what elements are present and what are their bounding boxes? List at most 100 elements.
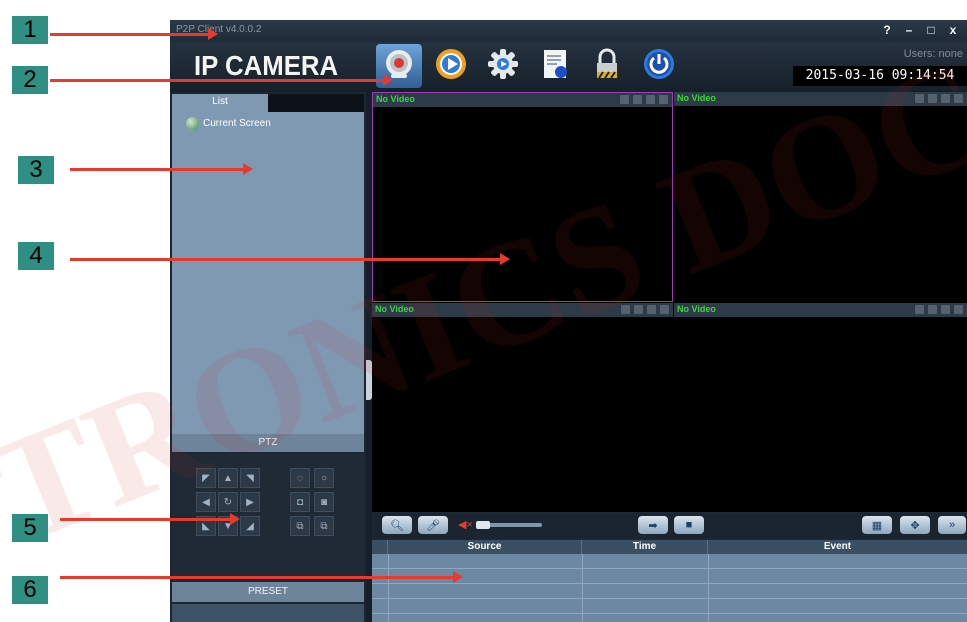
- video-panel-2[interactable]: No Video: [674, 92, 967, 302]
- video-panel-tools: [903, 305, 963, 315]
- ptz-right-button[interactable]: ▶: [240, 492, 260, 512]
- lock-button[interactable]: [584, 44, 630, 88]
- audio-icon[interactable]: [928, 305, 937, 314]
- arrow-down-right-icon: ◢: [246, 520, 254, 532]
- talk-icon[interactable]: [915, 94, 924, 103]
- preset-panel: [172, 604, 364, 622]
- fullscreen-button[interactable]: ✥: [900, 516, 930, 534]
- log-col-time[interactable]: Time: [582, 540, 708, 554]
- zoom-out-button[interactable]: ⧉: [290, 516, 310, 536]
- close-stream-icon[interactable]: [954, 305, 963, 314]
- table-row[interactable]: [372, 584, 967, 599]
- video-panel-bar: No Video: [373, 93, 672, 107]
- video-grid: No Video No Video No Video No Video: [372, 92, 967, 512]
- video-panel-4[interactable]: No Video: [674, 303, 967, 512]
- log-button[interactable]: [532, 44, 578, 88]
- volume-slider-knob[interactable]: [476, 521, 490, 529]
- record-icon[interactable]: [647, 305, 656, 314]
- audio-icon[interactable]: [634, 305, 643, 314]
- snapshot-button[interactable]: ■: [674, 516, 704, 534]
- focus-far-button[interactable]: ◙: [314, 492, 334, 512]
- close-stream-icon[interactable]: [659, 95, 668, 104]
- table-row[interactable]: [372, 554, 967, 569]
- settings-button[interactable]: [480, 44, 526, 88]
- close-stream-icon[interactable]: [954, 94, 963, 103]
- callout-arrow-5: [60, 513, 240, 525]
- audio-icon[interactable]: [633, 95, 642, 104]
- record-icon[interactable]: [941, 94, 950, 103]
- ptz-up-button[interactable]: ▲: [218, 468, 238, 488]
- power-icon: [641, 46, 677, 87]
- callout-arrow-1: [50, 28, 218, 40]
- device-sidebar: List Current Screen PTZ ◤ ▲ ◥ ◀ ↻ ▶ ◣ ▼ …: [170, 92, 366, 622]
- expand-log-button[interactable]: »: [938, 516, 966, 534]
- callout-5: 5: [12, 514, 48, 542]
- video-panel-1[interactable]: No Video: [372, 92, 673, 302]
- chevron-down-icon: »: [948, 519, 956, 531]
- rotate-icon: ↻: [223, 496, 233, 508]
- video-panel-3[interactable]: No Video: [372, 303, 673, 512]
- close-stream-icon[interactable]: [660, 305, 669, 314]
- close-button[interactable]: x: [943, 22, 963, 38]
- grid-layout-icon: ▦: [871, 519, 883, 532]
- log-table-header: Source Time Event: [372, 540, 967, 554]
- arrow-down-left-icon: ◣: [202, 520, 210, 532]
- tree-item-current-screen[interactable]: Current Screen: [186, 117, 271, 130]
- zoom-in-button[interactable]: ⧉: [314, 516, 334, 536]
- log-col-index: [372, 540, 388, 554]
- app-logo: IP CAMERA: [194, 50, 339, 81]
- log-col-event[interactable]: Event: [708, 540, 967, 554]
- iris-close-button[interactable]: ◌: [290, 468, 310, 488]
- playback-button[interactable]: [428, 44, 474, 88]
- ptz-control-pad: ◤ ▲ ◥ ◀ ↻ ▶ ◣ ▼ ◢ ◌ ○ ◘ ◙ ⧉ ⧉: [172, 454, 364, 580]
- video-status-label: No Video: [375, 304, 414, 314]
- video-panel-tools: [608, 95, 668, 105]
- callout-2: 2: [12, 66, 48, 94]
- ptz-up-right-button[interactable]: ◥: [240, 468, 260, 488]
- users-label: Users: none: [903, 48, 963, 60]
- ptz-down-right-button[interactable]: ◢: [240, 516, 260, 536]
- video-status-label: No Video: [677, 304, 716, 314]
- ptz-up-left-button[interactable]: ◤: [196, 468, 216, 488]
- search-button[interactable]: 🔍︎: [382, 516, 412, 534]
- help-button[interactable]: ?: [877, 22, 897, 38]
- microphone-button[interactable]: 🎤︎: [418, 516, 448, 534]
- iris-dotted-icon: ◌: [297, 472, 303, 484]
- device-list-panel: Current Screen: [172, 112, 364, 434]
- record-button[interactable]: ➡: [638, 516, 668, 534]
- minimize-button[interactable]: –: [899, 22, 919, 38]
- tab-list[interactable]: List: [172, 94, 268, 112]
- ptz-auto-button[interactable]: ↻: [218, 492, 238, 512]
- playback-icon: [433, 46, 469, 87]
- datetime-display: 2015-03-16 09:14:54: [793, 66, 967, 86]
- record-icon[interactable]: [941, 305, 950, 314]
- ptz-section-header[interactable]: PTZ: [172, 434, 364, 452]
- microphone-icon: 🎤︎: [426, 519, 440, 532]
- video-status-label: No Video: [376, 94, 415, 104]
- talk-icon[interactable]: [620, 95, 629, 104]
- iris-open-button[interactable]: ○: [314, 468, 334, 488]
- record-icon[interactable]: [646, 95, 655, 104]
- preset-section-header[interactable]: PRESET: [172, 582, 364, 602]
- log-col-source[interactable]: Source: [388, 540, 582, 554]
- video-panel-tools: [609, 305, 669, 315]
- ptz-left-button[interactable]: ◀: [196, 492, 216, 512]
- video-panel-bar: No Video: [674, 92, 967, 106]
- table-row[interactable]: [372, 599, 967, 614]
- talk-icon[interactable]: [915, 305, 924, 314]
- maximize-button[interactable]: □: [921, 22, 941, 38]
- talk-icon[interactable]: [621, 305, 630, 314]
- arrow-up-icon: ▲: [223, 472, 233, 484]
- video-panel-tools: [903, 94, 963, 104]
- power-button[interactable]: [636, 44, 682, 88]
- layout-grid-button[interactable]: ▦: [862, 516, 892, 534]
- volume-slider[interactable]: [476, 521, 542, 529]
- tree-item-label: Current Screen: [203, 118, 271, 129]
- callout-arrow-3: [70, 163, 253, 175]
- arrow-right-icon: ▶: [246, 496, 254, 508]
- fullscreen-icon: ✥: [910, 519, 920, 532]
- tab-empty[interactable]: [268, 94, 364, 112]
- focus-near-button[interactable]: ◘: [290, 492, 310, 512]
- speaker-muted-icon[interactable]: ◀×: [458, 518, 474, 532]
- audio-icon[interactable]: [928, 94, 937, 103]
